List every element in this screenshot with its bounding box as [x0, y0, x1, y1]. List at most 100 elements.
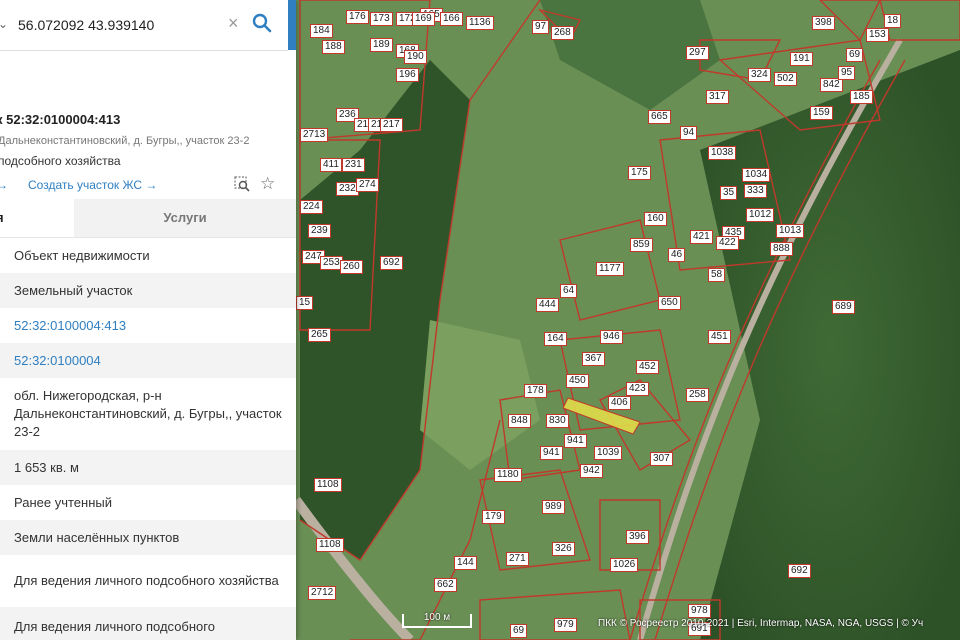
parcel-number-label[interactable]: 153	[866, 28, 889, 42]
parcel-number-label[interactable]: 1012	[746, 208, 775, 222]
parcel-number-label[interactable]: 422	[716, 236, 739, 250]
parcel-number-label[interactable]: 859	[630, 238, 653, 252]
parcel-number-label[interactable]: 1108	[314, 478, 342, 492]
parcel-number-label[interactable]: 398	[812, 16, 835, 30]
parcel-number-label[interactable]: 307	[650, 452, 673, 466]
zoom-to-object-icon[interactable]	[234, 176, 250, 192]
parcel-number-label[interactable]: 268	[551, 26, 574, 40]
parcel-number-label[interactable]: 176	[346, 10, 369, 24]
parcel-number-label[interactable]: 941	[540, 446, 563, 460]
parcel-number-label[interactable]: 260	[340, 260, 363, 274]
parcel-number-label[interactable]: 946	[600, 330, 623, 344]
parcel-number-label[interactable]: 189	[370, 38, 393, 52]
parcel-number-label[interactable]: 18	[884, 14, 902, 28]
parcel-number-label[interactable]: 173	[370, 12, 393, 26]
tab-info[interactable]: я	[0, 199, 74, 237]
parcel-number-label[interactable]: 317	[706, 90, 729, 104]
parcel-number-label[interactable]: 406	[608, 396, 631, 410]
parcel-number-label[interactable]: 333	[744, 184, 767, 198]
parcel-number-label[interactable]: 64	[560, 284, 578, 298]
arrow-link[interactable]: →	[0, 178, 8, 192]
parcel-number-label[interactable]: 842	[820, 78, 843, 92]
parcel-number-label[interactable]: 978	[688, 604, 711, 618]
clear-icon[interactable]: ×	[228, 13, 239, 34]
collapse-panel-button[interactable]: ‹	[288, 0, 296, 50]
chevron-down-icon[interactable]: ⌄	[0, 17, 8, 31]
parcel-number-label[interactable]: 830	[546, 414, 569, 428]
parcel-number-label[interactable]: 423	[626, 382, 649, 396]
parcel-number-label[interactable]: 159	[810, 106, 833, 120]
parcel-number-label[interactable]: 1108	[316, 538, 344, 552]
parcel-number-label[interactable]: 421	[690, 230, 713, 244]
parcel-number-label[interactable]: 941	[564, 434, 587, 448]
parcel-number-label[interactable]: 190	[404, 50, 427, 64]
parcel-number-label[interactable]: 15	[296, 296, 314, 310]
parcel-number-label[interactable]: 848	[508, 414, 531, 428]
parcel-number-label[interactable]: 450	[566, 374, 589, 388]
create-parcel-link[interactable]: Создать участок ЖС →	[28, 178, 157, 192]
parcel-number-label[interactable]: 217	[380, 118, 403, 132]
parcel-number-label[interactable]: 231	[342, 158, 365, 172]
parcel-number-label[interactable]: 69	[846, 48, 864, 62]
parcel-number-label[interactable]: 2713	[300, 128, 329, 142]
parcel-number-label[interactable]: 1026	[610, 558, 639, 572]
parcel-number-label[interactable]: 1177	[596, 262, 624, 276]
parcel-number-label[interactable]: 1136	[466, 16, 494, 30]
search-input[interactable]	[18, 14, 218, 36]
parcel-number-label[interactable]: 239	[308, 224, 331, 238]
parcel-number-label[interactable]: 451	[708, 330, 731, 344]
search-icon[interactable]	[252, 13, 272, 33]
parcel-number-label[interactable]: 689	[832, 300, 855, 314]
parcel-number-label[interactable]: 178	[524, 384, 547, 398]
parcel-number-label[interactable]: 297	[686, 46, 709, 60]
parcel-number-label[interactable]: 1180	[494, 468, 522, 482]
parcel-number-label[interactable]: 160	[644, 212, 667, 226]
parcel-number-label[interactable]: 58	[708, 268, 726, 282]
parcel-number-label[interactable]: 144	[454, 556, 477, 570]
parcel-number-label[interactable]: 97	[532, 20, 550, 34]
parcel-number-label[interactable]: 989	[542, 500, 565, 514]
parcel-number-label[interactable]: 452	[636, 360, 659, 374]
parcel-number-label[interactable]: 324	[748, 68, 771, 82]
parcel-number-label[interactable]: 265	[308, 328, 331, 342]
parcel-number-label[interactable]: 69	[510, 624, 528, 638]
parcel-number-label[interactable]: 942	[580, 464, 603, 478]
parcel-number-label[interactable]: 94	[680, 126, 698, 140]
parcel-number-label[interactable]: 169	[412, 12, 435, 26]
parcel-number-label[interactable]: 191	[790, 52, 813, 66]
parcel-number-label[interactable]: 1038	[708, 146, 737, 160]
list-item[interactable]: 52:32:0100004:413	[0, 308, 296, 343]
parcel-number-label[interactable]: 502	[774, 72, 797, 86]
parcel-number-label[interactable]: 326	[552, 542, 575, 556]
parcel-number-label[interactable]: 2712	[308, 586, 337, 600]
parcel-number-label[interactable]: 175	[628, 166, 651, 180]
parcel-number-label[interactable]: 692	[380, 256, 403, 270]
parcel-number-label[interactable]: 179	[482, 510, 505, 524]
star-icon[interactable]: ☆	[260, 174, 275, 194]
parcel-number-label[interactable]: 1034	[742, 168, 771, 182]
parcel-number-label[interactable]: 224	[300, 200, 323, 214]
parcel-number-label[interactable]: 1013	[776, 224, 805, 238]
parcel-number-label[interactable]: 367	[582, 352, 605, 366]
parcel-number-label[interactable]: 274	[356, 178, 379, 192]
parcel-number-label[interactable]: 46	[668, 248, 686, 262]
tab-services[interactable]: Услуги	[74, 199, 296, 237]
parcel-number-label[interactable]: 184	[310, 24, 333, 38]
parcel-number-label[interactable]: 271	[506, 552, 529, 566]
parcel-number-label[interactable]: 888	[770, 242, 793, 256]
parcel-number-label[interactable]: 35	[720, 186, 738, 200]
list-item[interactable]: 52:32:0100004	[0, 343, 296, 378]
parcel-number-label[interactable]: 164	[544, 332, 567, 346]
parcel-number-label[interactable]: 185	[850, 90, 873, 104]
parcel-number-label[interactable]: 665	[648, 110, 671, 124]
parcel-number-label[interactable]: 650	[658, 296, 681, 310]
parcel-number-label[interactable]: 188	[322, 40, 345, 54]
parcel-number-label[interactable]: 411	[320, 158, 342, 172]
parcel-number-label[interactable]: 662	[434, 578, 457, 592]
parcel-number-label[interactable]: 258	[686, 388, 709, 402]
parcel-number-label[interactable]: 1039	[594, 446, 623, 460]
parcel-number-label[interactable]: 396	[626, 530, 649, 544]
parcel-number-label[interactable]: 95	[838, 66, 856, 80]
parcel-number-label[interactable]: 166	[440, 12, 463, 26]
parcel-number-label[interactable]: 979	[554, 618, 577, 632]
